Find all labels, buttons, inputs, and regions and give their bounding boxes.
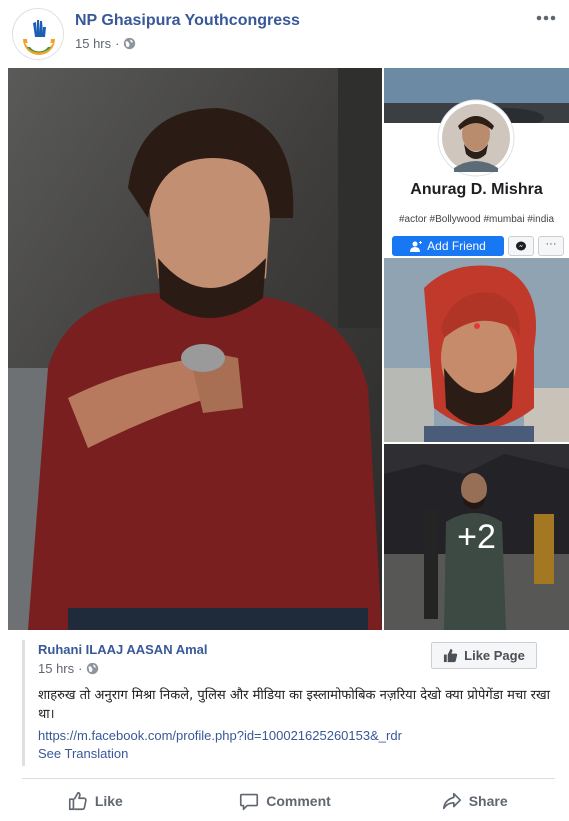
share-icon [442, 792, 461, 809]
shared-post-link[interactable]: https://m.facebook.com/profile.php?id=10… [38, 728, 402, 743]
actions-divider [22, 778, 555, 779]
post-actions: Like Comment Share [0, 780, 569, 821]
profile-card-photo[interactable]: Anurag D. Mishra #actor #Bollywood #mumb… [384, 68, 569, 256]
like-label: Like [94, 792, 123, 809]
photo-grid: Anurag D. Mishra #actor #Bollywood #mumb… [8, 68, 569, 630]
comment-icon [240, 793, 259, 810]
page-avatar[interactable] [12, 8, 64, 60]
more-options-icon[interactable] [535, 12, 557, 24]
shared-post: Ruhani ILAAJ AASAN Amal 15 hrs · Like Pa… [22, 640, 552, 766]
main-photo[interactable] [8, 68, 382, 630]
profile-tags: #actor #Bollywood #mumbai #india [398, 214, 555, 225]
like-button[interactable]: Like [0, 780, 190, 821]
like-page-button[interactable]: Like Page [431, 642, 537, 669]
more-photos-overlay[interactable]: +2 [384, 444, 569, 630]
thumbs-up-icon [444, 648, 458, 663]
globe-icon [124, 37, 136, 50]
comment-button[interactable]: Comment [190, 780, 380, 821]
post-meta: 15 hrs · [75, 36, 136, 51]
shared-timestamp[interactable]: 15 hrs [38, 661, 74, 676]
post-header: NP Ghasipura Youthcongress 15 hrs · [0, 0, 569, 68]
share-button[interactable]: Share [379, 780, 569, 821]
add-friend-label: Add Friend [427, 239, 486, 253]
add-friend-button[interactable]: Add Friend [392, 236, 504, 256]
photo-thumbnail-2[interactable] [384, 258, 569, 442]
share-label: Share [468, 792, 508, 809]
shared-post-text: शाहरुख तो अनुराग मिश्रा निकले, पुलिस और … [38, 688, 550, 722]
like-icon [68, 791, 87, 810]
shared-meta: 15 hrs · [38, 661, 99, 676]
profile-more-button[interactable]: ··· [538, 236, 564, 256]
profile-name: Anurag D. Mishra [410, 181, 543, 198]
add-friend-icon [410, 240, 423, 252]
comment-label: Comment [266, 792, 331, 809]
post-timestamp[interactable]: 15 hrs [75, 36, 111, 51]
see-translation-link[interactable]: See Translation [38, 746, 128, 761]
like-page-label: Like Page [464, 648, 525, 663]
globe-icon [87, 662, 99, 675]
shared-author-link[interactable]: Ruhani ILAAJ AASAN Amal [38, 642, 208, 657]
photo-thumbnail-3[interactable]: +2 [384, 444, 569, 630]
messenger-icon [516, 241, 526, 251]
messenger-button[interactable] [508, 236, 534, 256]
page-name-link[interactable]: NP Ghasipura Youthcongress [75, 12, 300, 30]
